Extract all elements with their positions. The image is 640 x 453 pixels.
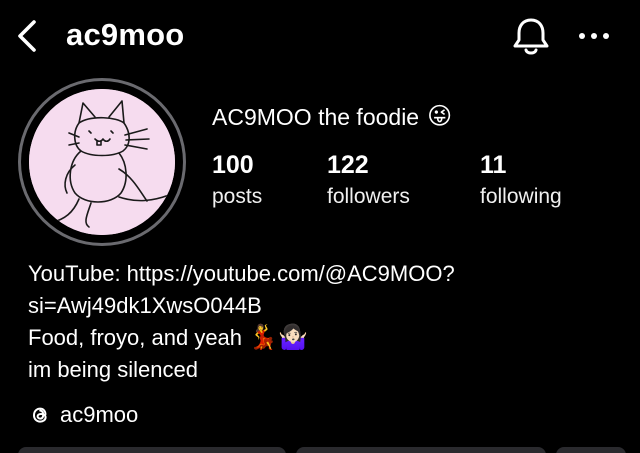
profile-header: ac9moo xyxy=(0,0,640,72)
notifications-button[interactable] xyxy=(508,12,554,60)
stat-posts-count: 100 xyxy=(212,151,254,179)
bio-youtube-link[interactable]: YouTube: https://youtube.com/@AC9MOO? si… xyxy=(28,258,628,322)
header-username: ac9moo xyxy=(66,17,185,52)
bell-icon xyxy=(513,18,549,55)
stat-followers-count: 122 xyxy=(327,151,369,179)
stat-following[interactable]: 11 following xyxy=(480,150,562,211)
bio-food-text: Food, froyo, and yeah xyxy=(28,325,249,350)
stat-following-label: following xyxy=(480,185,562,208)
suggest-button[interactable] xyxy=(556,447,626,453)
stat-followers[interactable]: 122 followers xyxy=(327,150,410,211)
stat-followers-label: followers xyxy=(327,185,410,208)
back-button[interactable] xyxy=(10,14,50,58)
cat-doodle-avatar xyxy=(29,89,175,235)
profile-avatar[interactable] xyxy=(18,78,186,246)
threads-icon xyxy=(32,407,47,423)
display-name: AC9MOO the foodie 😜 xyxy=(212,103,452,131)
profile-screen: ac9moo AC9MOO the foodie 😜 100 posts 122… xyxy=(0,0,640,453)
stat-posts-label: posts xyxy=(212,185,263,208)
bio-link-line2: si=Awj49dk1XwsO044B xyxy=(28,293,262,318)
bio-line-silenced: im being silenced xyxy=(28,357,198,382)
chevron-left-icon xyxy=(18,20,36,52)
bio-link-line1: YouTube: https://youtube.com/@AC9MOO? xyxy=(28,261,455,286)
bio-line-food: Food, froyo, and yeah 💃🤷🏻‍♀️ xyxy=(28,322,628,354)
threads-badge[interactable]: ac9moo xyxy=(28,399,138,431)
display-name-emoji: 😜 xyxy=(427,103,453,130)
display-name-text: AC9MOO the foodie xyxy=(212,104,420,130)
profile-bio: YouTube: https://youtube.com/@AC9MOO? si… xyxy=(28,258,628,386)
stat-following-count: 11 xyxy=(480,151,507,179)
more-dots-icon xyxy=(579,33,609,39)
bio-emojis: 💃🤷🏻‍♀️ xyxy=(248,324,308,351)
stat-posts[interactable]: 100 posts xyxy=(212,150,262,211)
follow-button[interactable] xyxy=(18,447,286,453)
more-options-button[interactable] xyxy=(572,16,616,56)
message-button[interactable] xyxy=(296,447,546,453)
threads-handle: ac9moo xyxy=(60,402,139,427)
avatar-image xyxy=(29,89,175,235)
